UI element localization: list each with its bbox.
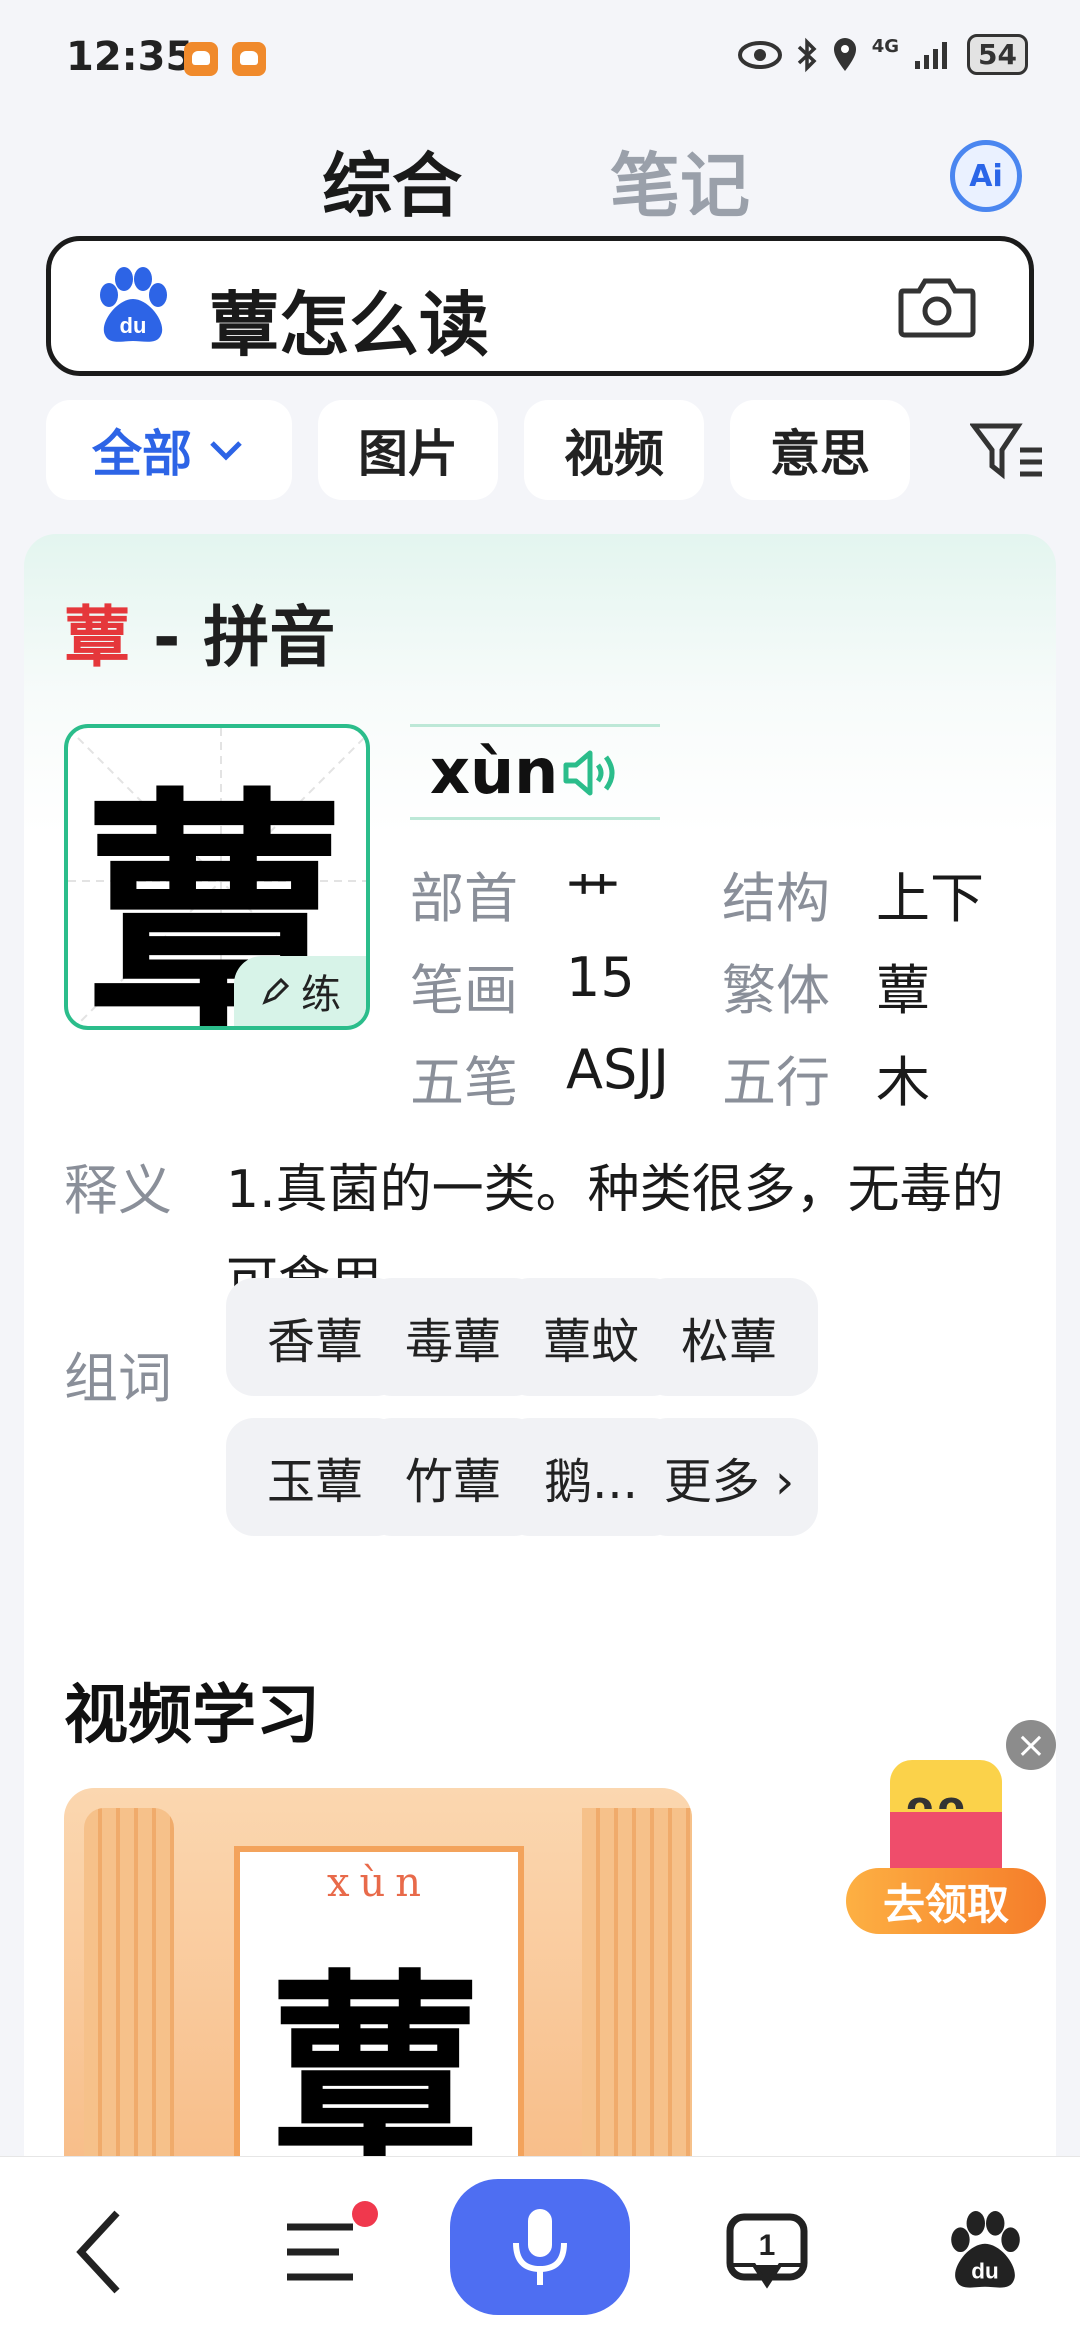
structure-label: 结构 <box>722 867 830 930</box>
speaker-icon[interactable] <box>560 745 624 801</box>
baidu-paw-icon: du <box>100 267 167 342</box>
radical-label: 部首 <box>410 867 518 930</box>
strokes-label: 笔画 <box>410 959 518 1022</box>
structure-value: 上下 <box>876 867 984 930</box>
filter-meaning[interactable]: 意思 <box>730 400 910 500</box>
filter-all-label: 全部 <box>92 425 192 483</box>
tabs-button[interactable]: 1 <box>712 2197 822 2307</box>
dictionary-card: 蕈 - 拼音 蕈 练 xùn 部首 艹 结构 上下 笔画 15 繁体 蕈 五笔 <box>24 534 1056 2234</box>
words-label: 组词 <box>64 1347 172 1410</box>
bluetooth-icon <box>797 37 817 72</box>
menu-icon <box>287 2223 353 2281</box>
back-icon <box>76 2210 120 2294</box>
tabs-count: 1 <box>759 2229 776 2262</box>
more-words-button[interactable]: 更多 › <box>640 1418 818 1536</box>
practice-label: 练 <box>301 972 341 1018</box>
video-pinyin: xùn <box>326 1860 432 1906</box>
search-bar[interactable]: du 蕈怎么读 <box>46 236 1034 376</box>
network-type: 4G <box>871 36 900 57</box>
location-icon <box>833 37 856 71</box>
promo-close-button[interactable]: × <box>1006 1720 1056 1770</box>
search-query[interactable]: 蕈怎么读 <box>209 269 489 370</box>
pinyin-row: xùn <box>410 724 660 820</box>
status-bar: 12:35 4G 54 <box>0 0 1080 110</box>
tab-comprehensive[interactable]: 综合 <box>322 130 462 231</box>
ai-assistant-button[interactable]: Ai <box>950 140 1022 212</box>
notification-dot <box>352 2201 378 2227</box>
voice-search-button[interactable] <box>450 2179 630 2315</box>
eye-icon <box>737 40 782 69</box>
tabs-icon: 1 <box>726 2213 808 2289</box>
status-time: 12:35 <box>66 34 194 80</box>
pinyin-text: xùn <box>430 735 559 808</box>
tab-notes[interactable]: 笔记 <box>610 130 750 231</box>
character-stroke-box[interactable]: 蕈 练 <box>64 724 370 1030</box>
baidu-home-button[interactable]: du <box>930 2197 1040 2307</box>
mascot-face-icon: ᴖᴖ <box>906 1784 969 1830</box>
card-title-char: 蕈 <box>64 599 130 676</box>
practice-button[interactable]: 练 <box>234 956 366 1026</box>
traditional-label: 繁体 <box>722 959 830 1022</box>
meaning-label: 释义 <box>64 1159 172 1222</box>
bottom-navigation: 1 du <box>0 2156 1080 2340</box>
filter-all[interactable]: 全部 <box>46 400 292 500</box>
filter-settings-icon[interactable] <box>970 420 1046 482</box>
traditional-value: 蕈 <box>876 959 930 1022</box>
baidu-icon: du <box>951 2211 1020 2288</box>
notification-app-icon <box>184 42 218 76</box>
video-section-title: 视频学习 <box>64 1679 320 1753</box>
battery-indicator: 54 <box>967 34 1028 75</box>
five-elements-value: 木 <box>876 1051 930 1114</box>
word-chip[interactable]: 松蕈 <box>640 1278 818 1396</box>
mic-icon <box>513 2209 567 2285</box>
card-title-suffix: - 拼音 <box>130 599 336 676</box>
strokes-value: 15 <box>566 946 635 1009</box>
filter-bar: 全部 图片 视频 意思 <box>46 400 1056 500</box>
signal-icon <box>915 41 948 69</box>
notification-app-icon <box>232 42 266 76</box>
filter-images[interactable]: 图片 <box>318 400 498 500</box>
camera-icon[interactable] <box>897 273 977 339</box>
top-tabs: 综合 笔记 <box>0 130 1080 230</box>
five-elements-label: 五行 <box>722 1051 830 1114</box>
filter-videos[interactable]: 视频 <box>524 400 704 500</box>
radical-value: 艹 <box>566 867 620 930</box>
wubi-label: 五笔 <box>410 1051 518 1114</box>
wubi-value: ASJJ <box>566 1038 670 1101</box>
status-indicators: 4G 54 <box>737 34 1028 75</box>
pencil-icon <box>262 977 290 1005</box>
chevron-down-icon <box>210 441 242 461</box>
card-title: 蕈 - 拼音 <box>64 584 335 680</box>
svg-text:du: du <box>971 2259 999 2284</box>
svg-text:du: du <box>120 313 147 338</box>
floating-promo[interactable]: × ᴖᴖ 去领取 <box>846 1720 1056 1940</box>
promo-claim-button[interactable]: 去领取 <box>846 1868 1046 1934</box>
back-button[interactable] <box>46 2197 156 2307</box>
